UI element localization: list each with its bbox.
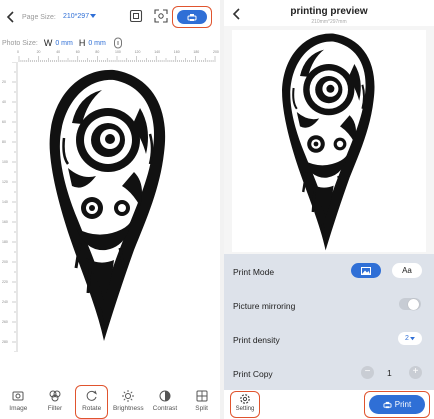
ruler-left-label: 40: [2, 100, 6, 104]
ruler-top-label: 200: [213, 50, 219, 54]
print-button[interactable]: Print: [369, 395, 425, 414]
ruler-left-label: 60: [2, 120, 6, 124]
print-label: Print: [394, 400, 412, 409]
tattoo-preview-image: [280, 32, 376, 252]
gear-icon: [240, 394, 250, 404]
ruler-top-label: 140: [154, 50, 161, 54]
density-label: Print density: [233, 335, 280, 345]
text-mode-button[interactable]: Aa: [392, 263, 422, 278]
preview-paper: [232, 30, 426, 252]
back-button[interactable]: [6, 11, 16, 23]
page-title: printing preview: [290, 6, 368, 17]
ruler-left-label: 80: [2, 140, 6, 144]
tool-rotate-button[interactable]: Rotate: [75, 389, 109, 419]
tool-label: Rotate: [82, 405, 102, 412]
ruler-top-label: 180: [193, 50, 200, 54]
expand-button[interactable]: [154, 9, 168, 23]
mirroring-toggle[interactable]: [399, 298, 421, 310]
filter-icon: [49, 390, 61, 402]
ruler-left-label: 120: [2, 180, 8, 184]
print-mode-label: Print Mode: [233, 267, 275, 277]
setting-button[interactable]: Setting: [232, 393, 258, 412]
tool-label: Image: [9, 405, 28, 412]
ruler-left-label: 240: [2, 300, 8, 304]
page-subtitle: 210mm*297mm: [311, 19, 347, 25]
ruler-left-label: 20: [2, 80, 6, 84]
fit-page-button[interactable]: [129, 9, 143, 23]
tool-filter-button[interactable]: Filter: [38, 389, 72, 419]
ruler-left-label: 100: [2, 160, 8, 164]
ruler-top-label: 120: [134, 50, 141, 54]
ruler-left-label: 220: [2, 280, 8, 284]
image-mode-button[interactable]: [351, 263, 381, 278]
tool-label: Contrast: [152, 405, 178, 412]
density-dropdown[interactable]: 2: [398, 332, 422, 345]
horizontal-ruler: 0 20 40 60 80 100 120 140 160 180 200: [17, 50, 219, 62]
caret-down-icon: [90, 14, 97, 18]
copy-increment-button[interactable]: +: [409, 366, 422, 379]
printer-icon: [187, 13, 197, 21]
ruler-top-label: 40: [56, 50, 61, 54]
printer-icon: [383, 401, 392, 408]
expand-icon: [154, 9, 168, 23]
print-preview-button[interactable]: [177, 10, 207, 24]
ruler-top-label: 160: [173, 50, 180, 54]
toggle-knob: [408, 298, 419, 310]
printing-preview-screen: printing preview 210mm*297mm Print Mode …: [224, 0, 434, 419]
tool-split-button[interactable]: Split: [185, 389, 219, 419]
ruler-top-label: 80: [95, 50, 100, 54]
tool-label: Split: [195, 405, 208, 412]
ruler-left-label: 260: [2, 320, 8, 324]
tribal-tattoo-artwork: [48, 68, 167, 343]
rotate-icon: [86, 390, 97, 401]
split-icon: [196, 390, 208, 402]
tool-label: Brightness: [112, 405, 144, 412]
editor-screen: Page Size: 210*297 Photo Size: W 0 mm H …: [0, 0, 220, 419]
image-icon: [361, 266, 371, 275]
ruler-left-label: 160: [2, 220, 8, 224]
ruler-top-label: 100: [115, 50, 121, 54]
tool-image-button[interactable]: Image: [1, 389, 35, 419]
photo-size-label: Photo Size:: [2, 39, 38, 47]
caret-down-icon: [410, 336, 415, 340]
ruler-left-label: 140: [2, 200, 8, 204]
width-label: W: [43, 38, 53, 48]
copy-count: 1: [387, 368, 392, 378]
copy-decrement-button[interactable]: −: [361, 366, 374, 379]
ruler-left-label: 180: [2, 240, 8, 244]
ruler-top-label: 0: [17, 50, 19, 54]
image-icon: [12, 391, 24, 401]
tool-label: Filter: [47, 405, 63, 412]
copy-label: Print Copy: [233, 369, 273, 379]
ruler-top-label: 60: [75, 50, 80, 54]
tool-brightness-button[interactable]: Brightness: [111, 389, 145, 419]
aspect-lock-icon[interactable]: [113, 37, 123, 49]
chevron-left-icon: [6, 11, 14, 23]
tattoo-image-editor[interactable]: [42, 68, 172, 343]
ruler-left-label: 200: [2, 260, 8, 264]
page-size-value: 210*297: [63, 13, 90, 20]
contrast-icon: [159, 390, 171, 402]
page-size-label: Page Size:: [22, 14, 56, 21]
setting-label: Setting: [235, 406, 255, 412]
ruler-top-label: 20: [36, 50, 41, 54]
height-value[interactable]: 0 mm: [88, 40, 106, 47]
mirroring-label: Picture mirroring: [233, 301, 296, 311]
brightness-icon: [122, 390, 135, 402]
vertical-ruler: 20 40 60 80 100 120 140 160 180 200 220 240 260 280: [2, 62, 18, 352]
tool-contrast-button[interactable]: Contrast: [148, 389, 182, 419]
ruler-left-ticks: [12, 62, 18, 352]
width-value[interactable]: 0 mm: [55, 40, 73, 47]
bottom-toolbar: Image Filter Rotate Brightness Contrast Split: [0, 389, 220, 419]
fit-page-icon: [129, 9, 143, 23]
print-settings-panel: Print Mode Aa Picture mirroring Print de…: [224, 254, 434, 390]
height-label: H: [78, 38, 86, 48]
photo-size-row: Photo Size: W 0 mm H 0 mm: [2, 37, 123, 49]
ruler-left-label: 280: [2, 340, 8, 344]
page-size-dropdown[interactable]: 210*297: [63, 13, 97, 20]
density-value: 2: [405, 335, 409, 342]
